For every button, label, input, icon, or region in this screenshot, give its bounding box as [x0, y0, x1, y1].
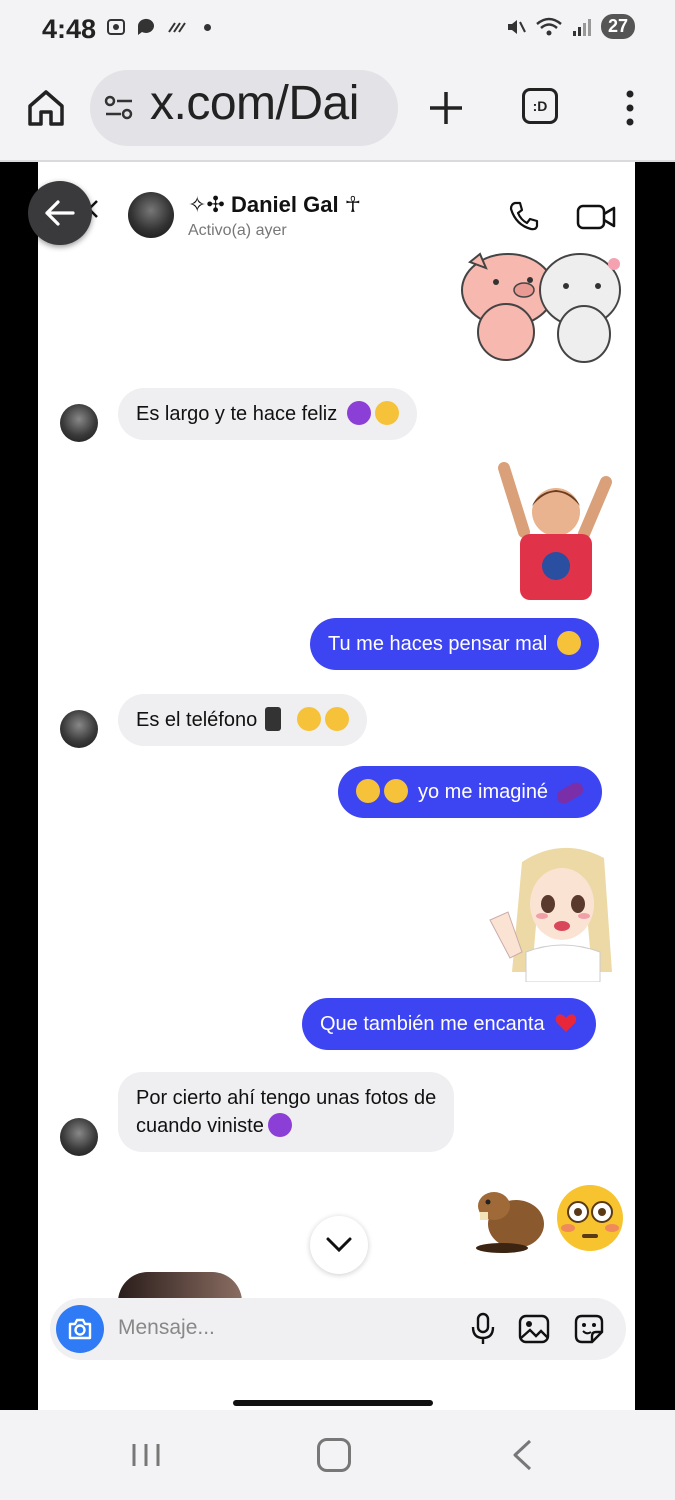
- sender-avatar[interactable]: [60, 404, 98, 442]
- more-notifications-dot: [204, 23, 211, 31]
- message-outgoing[interactable]: yo me imaginé: [338, 766, 603, 818]
- site-settings-icon[interactable]: [104, 94, 134, 122]
- message-incoming[interactable]: Por cierto ahí tengo unas fotos de cuand…: [118, 1072, 455, 1152]
- smiling-devil-emoji: [267, 1113, 292, 1137]
- cheering-kid-sticker[interactable]: [494, 462, 618, 602]
- url-text[interactable]: x.com/Dai: [150, 76, 359, 131]
- message-text: Es el teléfono: [136, 709, 258, 731]
- gesture-bar: [233, 1400, 433, 1406]
- message-outgoing[interactable]: Tu me haces pensar mal: [310, 618, 599, 670]
- disappointed-face-emoji: [384, 779, 408, 803]
- winking-tongue-emoji: [325, 707, 350, 731]
- home-icon[interactable]: [24, 86, 68, 130]
- signal-slash-icon: [168, 22, 186, 33]
- sender-avatar[interactable]: [60, 710, 98, 748]
- dm-screen: ✧✣ Daniel Gal ☥ Activo(a) ayer Es largo …: [38, 162, 635, 1410]
- wifi-icon: [536, 17, 562, 35]
- gallery-icon[interactable]: [518, 1314, 550, 1344]
- address-bar[interactable]: x.com/Dai: [90, 70, 398, 146]
- message-text-line: cuando viniste: [136, 1115, 264, 1137]
- scroll-to-bottom-button[interactable]: [310, 1216, 368, 1274]
- message-text: yo me imaginé: [418, 781, 549, 803]
- message-outgoing[interactable]: Que también me encanta: [302, 998, 597, 1050]
- camera-button[interactable]: [56, 1305, 104, 1353]
- cell-signal-icon: [572, 18, 591, 36]
- zany-face-emoji: [374, 401, 399, 425]
- pig-and-bunny-sticker[interactable]: [458, 252, 628, 367]
- phone-call-icon[interactable]: [508, 200, 540, 232]
- disappointed-face-emoji: [556, 631, 581, 655]
- flushed-face-emoji: [557, 1185, 623, 1251]
- back-icon[interactable]: [510, 1438, 534, 1472]
- message-text: Es largo y te hace feliz: [136, 403, 338, 425]
- mobile-phone-emoji: [265, 707, 282, 731]
- status-time: 4:48: [42, 14, 97, 44]
- message-text: Tu me haces pensar mal: [328, 633, 548, 655]
- mute-icon: [507, 19, 526, 34]
- sticker-icon[interactable]: [572, 1312, 606, 1346]
- eggplant-emoji: [554, 779, 586, 807]
- message-text-line: Por cierto ahí tengo unas fotos de: [136, 1087, 437, 1109]
- contact-name[interactable]: ✧✣ Daniel Gal ☥: [188, 192, 361, 218]
- camera-icon: [68, 1318, 92, 1340]
- tears-of-joy-emoji: [356, 779, 380, 803]
- more-menu-icon[interactable]: [620, 88, 640, 128]
- system-nav-bar: [0, 1410, 675, 1500]
- chevron-down-icon: [326, 1237, 352, 1253]
- red-heart-emoji: [555, 1014, 577, 1032]
- message-text: Que también me encanta: [320, 1013, 545, 1035]
- system-status-icons: 27: [505, 14, 635, 39]
- video-call-icon[interactable]: [576, 202, 616, 232]
- beaver-sticker[interactable]: [472, 1182, 548, 1254]
- status-bar: 4:48 27: [0, 0, 675, 58]
- recent-apps-icon[interactable]: [130, 1442, 162, 1468]
- contact-status: Activo(a) ayer: [188, 222, 287, 239]
- new-tab-icon[interactable]: [426, 88, 466, 128]
- microphone-icon[interactable]: [470, 1312, 496, 1346]
- home-button[interactable]: [317, 1438, 351, 1472]
- contact-avatar[interactable]: [128, 192, 174, 238]
- message-incoming[interactable]: Es el teléfono: [118, 694, 368, 746]
- chat-bubble-icon: [137, 18, 154, 35]
- zany-face-emoji: [297, 707, 322, 731]
- browser-toolbar: x.com/Dai :D: [0, 58, 675, 162]
- back-button[interactable]: [28, 181, 92, 245]
- message-input[interactable]: Mensaje...: [118, 1316, 215, 1340]
- tab-switcher-button[interactable]: :D: [522, 88, 558, 124]
- message-composer[interactable]: Mensaje...: [50, 1298, 626, 1360]
- screenshot-icon: [107, 19, 125, 35]
- notification-icons: [106, 17, 211, 37]
- message-incoming[interactable]: Es largo y te hace feliz: [118, 388, 417, 440]
- chat-header: ✧✣ Daniel Gal ☥ Activo(a) ayer: [38, 162, 635, 254]
- smiling-devil-emoji: [346, 401, 371, 425]
- arrow-left-icon: [45, 200, 75, 226]
- sender-avatar[interactable]: [60, 1118, 98, 1156]
- battery-indicator: 27: [600, 14, 635, 39]
- anime-girl-sticker[interactable]: [482, 842, 632, 982]
